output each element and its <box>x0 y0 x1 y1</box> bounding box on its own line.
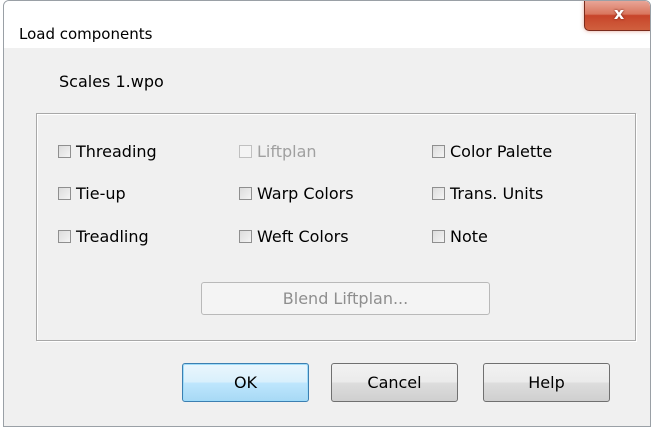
close-icon: x <box>613 4 625 23</box>
checkbox-label: Trans. Units <box>450 184 544 203</box>
checkbox-label: Weft Colors <box>257 227 349 246</box>
checkbox-liftplan: Liftplan <box>239 142 317 161</box>
checkbox-label: Threading <box>76 142 157 161</box>
checkbox-label: Tie-up <box>76 184 126 203</box>
checkbox-label: Liftplan <box>257 142 317 161</box>
checkbox-box[interactable] <box>58 230 71 243</box>
checkbox-threading[interactable]: Threading <box>58 142 157 161</box>
checkbox-label: Warp Colors <box>257 184 354 203</box>
checkbox-note[interactable]: Note <box>432 227 488 246</box>
checkbox-warp-colors[interactable]: Warp Colors <box>239 184 354 203</box>
ok-button[interactable]: OK <box>182 363 309 402</box>
close-button[interactable]: x <box>584 1 650 31</box>
checkbox-box[interactable] <box>239 187 252 200</box>
checkbox-box <box>239 145 252 158</box>
blend-liftplan-button: Blend Liftplan... <box>201 282 490 315</box>
checkbox-label: Color Palette <box>450 142 553 161</box>
checkbox-tie-up[interactable]: Tie-up <box>58 184 126 203</box>
title-bar: Load components x <box>4 1 650 48</box>
checkbox-treadling[interactable]: Treadling <box>58 227 149 246</box>
checkbox-box[interactable] <box>58 145 71 158</box>
checkbox-box[interactable] <box>58 187 71 200</box>
checkbox-label: Note <box>450 227 488 246</box>
dialog-title: Load components <box>19 25 153 43</box>
checkbox-box[interactable] <box>239 230 252 243</box>
checkbox-trans-units[interactable]: Trans. Units <box>432 184 543 203</box>
checkbox-box[interactable] <box>432 145 445 158</box>
load-components-dialog: Load components x Scales 1.wpo Threading… <box>3 0 651 427</box>
checkbox-weft-colors[interactable]: Weft Colors <box>239 227 349 246</box>
checkbox-box[interactable] <box>432 187 445 200</box>
cancel-button[interactable]: Cancel <box>331 363 458 402</box>
checkbox-box[interactable] <box>432 230 445 243</box>
checkbox-label: Treadling <box>76 227 149 246</box>
checkbox-color-palette[interactable]: Color Palette <box>432 142 552 161</box>
help-button[interactable]: Help <box>483 363 610 402</box>
file-name-label: Scales 1.wpo <box>59 72 164 91</box>
